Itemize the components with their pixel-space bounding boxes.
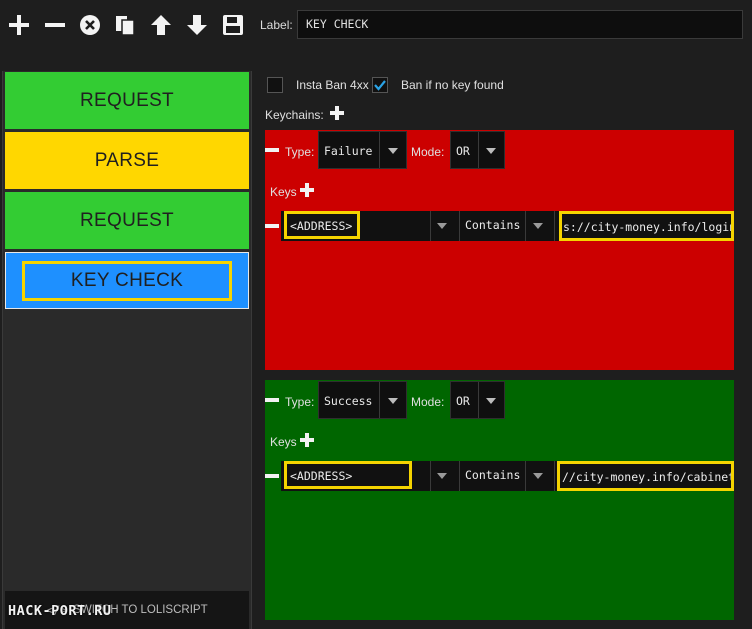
block-label: KEY CHECK (21, 260, 233, 301)
condition-dropdown[interactable]: Contains (465, 218, 520, 232)
mode-label: Mode: (411, 395, 445, 409)
variable-value: <ADDRESS> (290, 469, 353, 483)
type-dropdown[interactable]: Success (318, 381, 407, 419)
block-request-1[interactable]: REQUEST (5, 72, 249, 129)
variable-field[interactable]: <ADDRESS> (284, 461, 412, 489)
mode-dropdown[interactable]: OR (450, 381, 505, 419)
mode-value: OR (456, 394, 470, 408)
chevron-down-icon[interactable] (533, 223, 543, 229)
remove-keychain-icon[interactable] (265, 398, 279, 402)
insta-ban-checkbox[interactable] (267, 77, 283, 93)
keychain-failure: Type: Failure Mode: OR Keys <ADDRESS> Co… (265, 130, 734, 370)
plus-icon[interactable] (6, 12, 32, 38)
variable-field[interactable]: <ADDRESS> (284, 211, 360, 239)
block-list-panel: REQUEST PARSE REQUEST KEY CHECK </> SWIT… (2, 71, 252, 629)
condition-dropdown[interactable]: Contains (465, 468, 520, 482)
chevron-down-icon (486, 398, 496, 404)
key-value: //city-money.info/cabinet (562, 470, 734, 484)
keys-label: Keys (270, 435, 297, 449)
variable-value: <ADDRESS> (290, 219, 353, 233)
watermark: HACK-PORT.RU (8, 603, 112, 619)
mode-label: Mode: (411, 145, 445, 159)
chevron-down-icon (388, 148, 398, 154)
block-label: REQUEST (80, 89, 174, 111)
add-key-icon[interactable] (300, 433, 314, 447)
minus-icon[interactable] (42, 12, 68, 38)
copy-icon[interactable] (112, 12, 138, 38)
key-value-field[interactable]: //city-money.info/cabinet (557, 461, 734, 491)
type-label: Type: (285, 145, 315, 159)
block-request-2[interactable]: REQUEST (5, 192, 249, 249)
chevron-down-icon (388, 398, 398, 404)
mode-dropdown[interactable]: OR (450, 131, 505, 169)
key-value-field[interactable]: s://city-money.info/login (559, 211, 734, 241)
arrow-up-icon[interactable] (148, 12, 174, 38)
chevron-down-icon[interactable] (437, 223, 447, 229)
save-icon[interactable] (220, 12, 246, 38)
remove-key-icon[interactable] (265, 474, 279, 478)
key-row: <ADDRESS> Contains //city-money.info/cab… (281, 461, 734, 491)
chevron-down-icon (486, 148, 496, 154)
block-parse[interactable]: PARSE (5, 132, 249, 189)
ban-no-key-checkbox[interactable] (372, 77, 388, 93)
type-value: Failure (324, 144, 373, 158)
close-circle-icon[interactable] (77, 12, 103, 38)
key-row: <ADDRESS> Contains s://city-money.info/l… (281, 211, 734, 241)
add-keychain-icon[interactable] (330, 106, 344, 120)
remove-key-icon[interactable] (265, 224, 279, 228)
keychains-label: Keychains: (265, 108, 324, 122)
ban-no-key-label: Ban if no key found (401, 78, 504, 92)
chevron-down-icon[interactable] (437, 473, 447, 479)
block-key-check[interactable]: KEY CHECK (5, 252, 249, 309)
type-label: Type: (285, 395, 315, 409)
arrow-down-icon[interactable] (184, 12, 210, 38)
type-dropdown[interactable]: Failure (318, 131, 407, 169)
keys-label: Keys (270, 185, 297, 199)
keychain-success: Type: Success Mode: OR Keys <ADDRESS> Co… (265, 380, 734, 620)
add-key-icon[interactable] (300, 183, 314, 197)
block-label: PARSE (94, 149, 160, 171)
checkmark-icon (374, 80, 386, 91)
chevron-down-icon[interactable] (533, 473, 543, 479)
mode-value: OR (456, 144, 470, 158)
label-caption: Label: (260, 18, 293, 32)
key-value: s://city-money.info/login (563, 220, 734, 234)
insta-ban-label: Insta Ban 4xx (296, 78, 369, 92)
type-value: Success (324, 394, 373, 408)
remove-keychain-icon[interactable] (265, 148, 279, 152)
block-label: REQUEST (80, 209, 174, 231)
label-input[interactable]: KEY CHECK (297, 10, 743, 39)
